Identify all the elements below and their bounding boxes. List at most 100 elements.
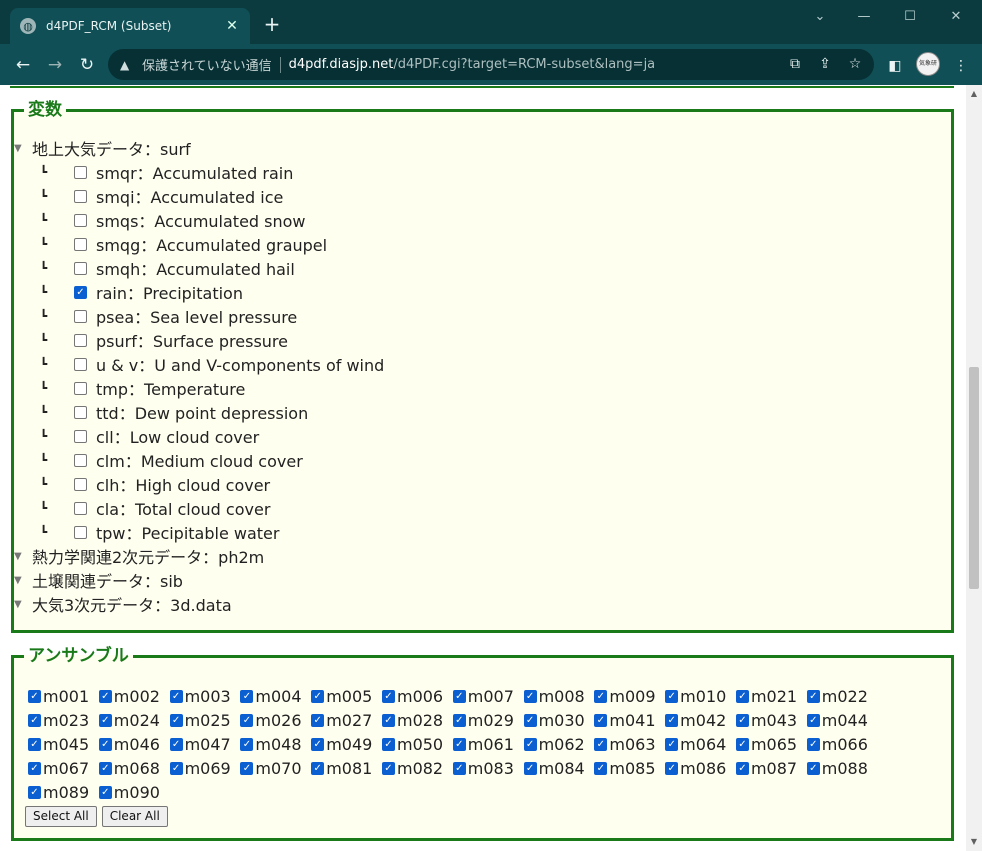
- variable-checkbox[interactable]: [74, 213, 87, 227]
- menu-icon[interactable]: ⋮: [950, 55, 972, 77]
- member-checkbox[interactable]: ✓: [806, 737, 820, 751]
- member-checkbox[interactable]: ✓: [381, 761, 395, 775]
- member-label[interactable]: m024: [114, 711, 160, 730]
- member-checkbox[interactable]: ✓: [452, 689, 466, 703]
- profile-avatar[interactable]: 気象研究所: [916, 52, 940, 76]
- member-checkbox[interactable]: ✓: [806, 713, 820, 727]
- member-checkbox[interactable]: ✓: [28, 737, 41, 751]
- scroll-down-arrow-icon[interactable]: ▼: [966, 835, 982, 849]
- member-checkbox[interactable]: ✓: [98, 761, 112, 775]
- variable-label[interactable]: psea：Sea level pressure: [96, 304, 297, 328]
- member-label[interactable]: m010: [680, 687, 726, 706]
- translate-icon[interactable]: ⧉: [786, 55, 804, 73]
- vertical-scrollbar[interactable]: ▲ ▼: [966, 85, 982, 851]
- expand-triangle-icon[interactable]: ▼: [14, 575, 28, 586]
- member-label[interactable]: m022: [822, 687, 868, 706]
- member-label[interactable]: m046: [114, 735, 160, 754]
- variable-label[interactable]: smqs：Accumulated snow: [96, 208, 306, 232]
- member-label[interactable]: m069: [185, 759, 231, 778]
- member-label[interactable]: m009: [609, 687, 655, 706]
- member-checkbox[interactable]: ✓: [735, 761, 749, 775]
- member-checkbox[interactable]: ✓: [169, 713, 183, 727]
- member-checkbox[interactable]: ✓: [523, 737, 537, 751]
- member-checkbox[interactable]: ✓: [665, 689, 679, 703]
- member-label[interactable]: m065: [751, 735, 797, 754]
- variable-checkbox[interactable]: [74, 309, 87, 323]
- member-checkbox[interactable]: ✓: [594, 713, 608, 727]
- member-checkbox[interactable]: ✓: [452, 737, 466, 751]
- member-checkbox[interactable]: ✓: [452, 713, 466, 727]
- group-ph2m[interactable]: ▼ 熱力学関連2次元データ：ph2m: [14, 544, 384, 568]
- member-checkbox[interactable]: ✓: [665, 713, 679, 727]
- member-checkbox[interactable]: ✓: [28, 785, 41, 799]
- member-checkbox[interactable]: ✓: [311, 689, 325, 703]
- member-label[interactable]: m008: [539, 687, 585, 706]
- member-label[interactable]: m066: [822, 735, 868, 754]
- variable-checkbox[interactable]: [74, 357, 87, 371]
- back-icon[interactable]: ←: [12, 54, 34, 76]
- member-checkbox[interactable]: ✓: [98, 785, 112, 799]
- member-label[interactable]: m087: [751, 759, 797, 778]
- member-checkbox[interactable]: ✓: [594, 737, 608, 751]
- member-checkbox[interactable]: ✓: [240, 761, 254, 775]
- variable-checkbox[interactable]: [74, 477, 87, 491]
- scroll-up-arrow-icon[interactable]: ▲: [966, 87, 982, 101]
- member-label[interactable]: m044: [822, 711, 868, 730]
- member-checkbox[interactable]: ✓: [28, 713, 41, 727]
- variable-checkbox[interactable]: ✓: [74, 285, 87, 299]
- member-checkbox[interactable]: ✓: [28, 761, 41, 775]
- variable-label[interactable]: clm：Medium cloud cover: [96, 448, 303, 472]
- member-checkbox[interactable]: ✓: [523, 761, 537, 775]
- variable-label[interactable]: clh：High cloud cover: [96, 472, 270, 496]
- variable-checkbox[interactable]: [74, 381, 87, 395]
- member-label[interactable]: m045: [43, 735, 89, 754]
- variable-checkbox[interactable]: [74, 405, 87, 419]
- member-checkbox[interactable]: ✓: [240, 737, 254, 751]
- member-label[interactable]: m006: [397, 687, 443, 706]
- minimize-icon[interactable]: —: [844, 8, 884, 26]
- variable-label[interactable]: tmp：Temperature: [96, 376, 245, 400]
- variable-label[interactable]: cla：Total cloud cover: [96, 496, 270, 520]
- tab-search-icon[interactable]: ⌄: [800, 8, 840, 26]
- share-icon[interactable]: ⇪: [816, 55, 834, 73]
- close-window-icon[interactable]: ✕: [936, 8, 976, 26]
- member-checkbox[interactable]: ✓: [806, 689, 820, 703]
- member-checkbox[interactable]: ✓: [311, 713, 325, 727]
- variable-label[interactable]: psurf：Surface pressure: [96, 328, 288, 352]
- member-label[interactable]: m023: [43, 711, 89, 730]
- variable-checkbox[interactable]: [74, 429, 87, 443]
- member-checkbox[interactable]: ✓: [523, 713, 537, 727]
- member-checkbox[interactable]: ✓: [169, 737, 183, 751]
- variable-label[interactable]: smqi：Accumulated ice: [96, 184, 283, 208]
- member-label[interactable]: m090: [114, 783, 160, 802]
- member-checkbox[interactable]: ✓: [735, 689, 749, 703]
- side-panel-icon[interactable]: ◧: [884, 55, 906, 77]
- member-checkbox[interactable]: ✓: [381, 713, 395, 727]
- member-checkbox[interactable]: ✓: [98, 689, 112, 703]
- member-checkbox[interactable]: ✓: [665, 761, 679, 775]
- member-checkbox[interactable]: ✓: [240, 689, 254, 703]
- member-checkbox[interactable]: ✓: [169, 761, 183, 775]
- member-label[interactable]: m041: [609, 711, 655, 730]
- member-label[interactable]: m030: [539, 711, 585, 730]
- forward-icon[interactable]: →: [44, 54, 66, 76]
- member-label[interactable]: m003: [185, 687, 231, 706]
- member-label[interactable]: m089: [43, 783, 89, 802]
- group-sib[interactable]: ▼ 土壌関連データ：sib: [14, 568, 384, 592]
- member-label[interactable]: m082: [397, 759, 443, 778]
- maximize-icon[interactable]: ☐: [890, 8, 930, 26]
- member-label[interactable]: m047: [185, 735, 231, 754]
- member-label[interactable]: m026: [255, 711, 301, 730]
- member-checkbox[interactable]: ✓: [311, 737, 325, 751]
- member-checkbox[interactable]: ✓: [523, 689, 537, 703]
- group-3d-data[interactable]: ▼ 大気3次元データ：3d.data: [14, 592, 384, 616]
- member-checkbox[interactable]: ✓: [806, 761, 820, 775]
- group-surf[interactable]: ▼ 地上大気データ：surf: [14, 136, 384, 160]
- warning-icon[interactable]: ▲: [120, 58, 134, 72]
- variable-label[interactable]: ttd：Dew point depression: [96, 400, 308, 424]
- variable-label[interactable]: smqr：Accumulated rain: [96, 160, 293, 184]
- member-label[interactable]: m086: [680, 759, 726, 778]
- member-checkbox[interactable]: ✓: [594, 689, 608, 703]
- member-label[interactable]: m081: [326, 759, 372, 778]
- member-label[interactable]: m070: [255, 759, 301, 778]
